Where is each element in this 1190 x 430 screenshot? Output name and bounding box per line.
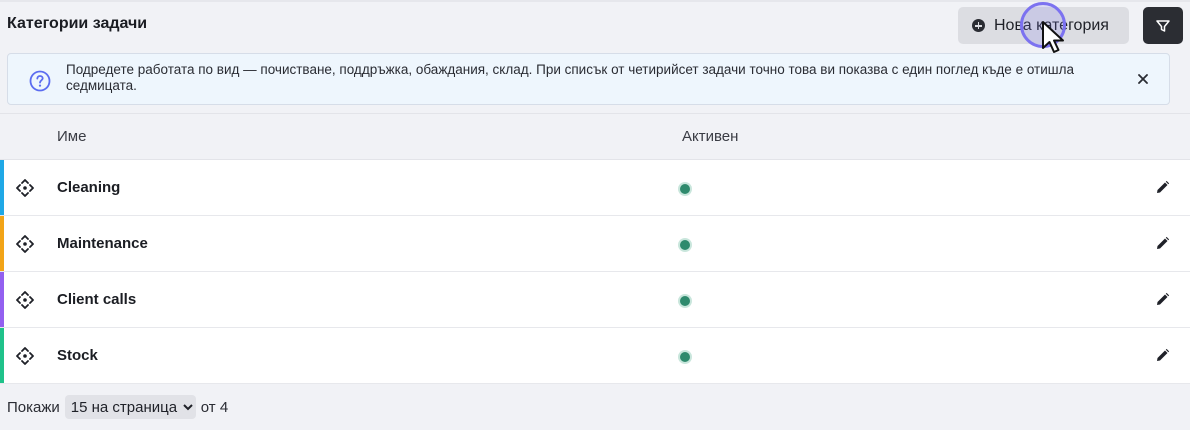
table-row[interactable]: Stock [0, 328, 1190, 384]
category-name: Cleaning [57, 179, 121, 196]
move-arrows-icon[interactable] [16, 179, 34, 197]
table-row[interactable]: Maintenance [0, 216, 1190, 272]
pencil-icon[interactable] [1155, 292, 1170, 307]
filter-icon [1156, 19, 1170, 32]
table-header: Име Активен [0, 113, 1190, 160]
active-status-dot [680, 296, 690, 306]
move-arrows-icon[interactable] [16, 291, 34, 309]
pencil-icon[interactable] [1155, 180, 1170, 195]
active-status-dot [680, 240, 690, 250]
show-label: Покажи [7, 398, 60, 416]
categories-table: Име Активен Cleaning Maintenance Client ca… [0, 113, 1190, 384]
category-color-bar [0, 216, 4, 271]
move-arrows-icon[interactable] [16, 235, 34, 253]
pencil-icon[interactable] [1155, 348, 1170, 363]
category-name: Stock [57, 347, 98, 364]
category-color-bar [0, 328, 4, 383]
pagination-footer: Покажи 15 на страница от 4 [0, 384, 1190, 430]
column-header-active[interactable]: Активен [682, 128, 738, 145]
page-title: Категории задачи [7, 15, 148, 32]
filter-button[interactable] [1143, 7, 1183, 44]
column-header-name[interactable]: Име [57, 128, 86, 145]
total-count: от 4 [200, 398, 229, 416]
info-banner: Подредете работата по вид — почистване, … [7, 53, 1170, 105]
page-size-select[interactable]: 15 на страница [64, 395, 196, 419]
table-row[interactable]: Client calls [0, 272, 1190, 328]
category-color-bar [0, 272, 4, 327]
table-row[interactable]: Cleaning [0, 160, 1190, 216]
close-icon[interactable] [1136, 72, 1150, 86]
page-header: Категории задачи Нова категория [0, 0, 1190, 53]
question-circle-icon [29, 70, 51, 92]
category-name: Maintenance [57, 235, 148, 252]
active-status-dot [680, 184, 690, 194]
plus-circle-icon [972, 19, 985, 32]
info-text: Подредете работата по вид — почистване, … [66, 62, 1074, 93]
move-arrows-icon[interactable] [16, 347, 34, 365]
category-color-bar [0, 160, 4, 215]
category-name: Client calls [57, 291, 137, 308]
pencil-icon[interactable] [1155, 236, 1170, 251]
mouse-cursor-icon [1042, 21, 1064, 53]
active-status-dot [680, 352, 690, 362]
